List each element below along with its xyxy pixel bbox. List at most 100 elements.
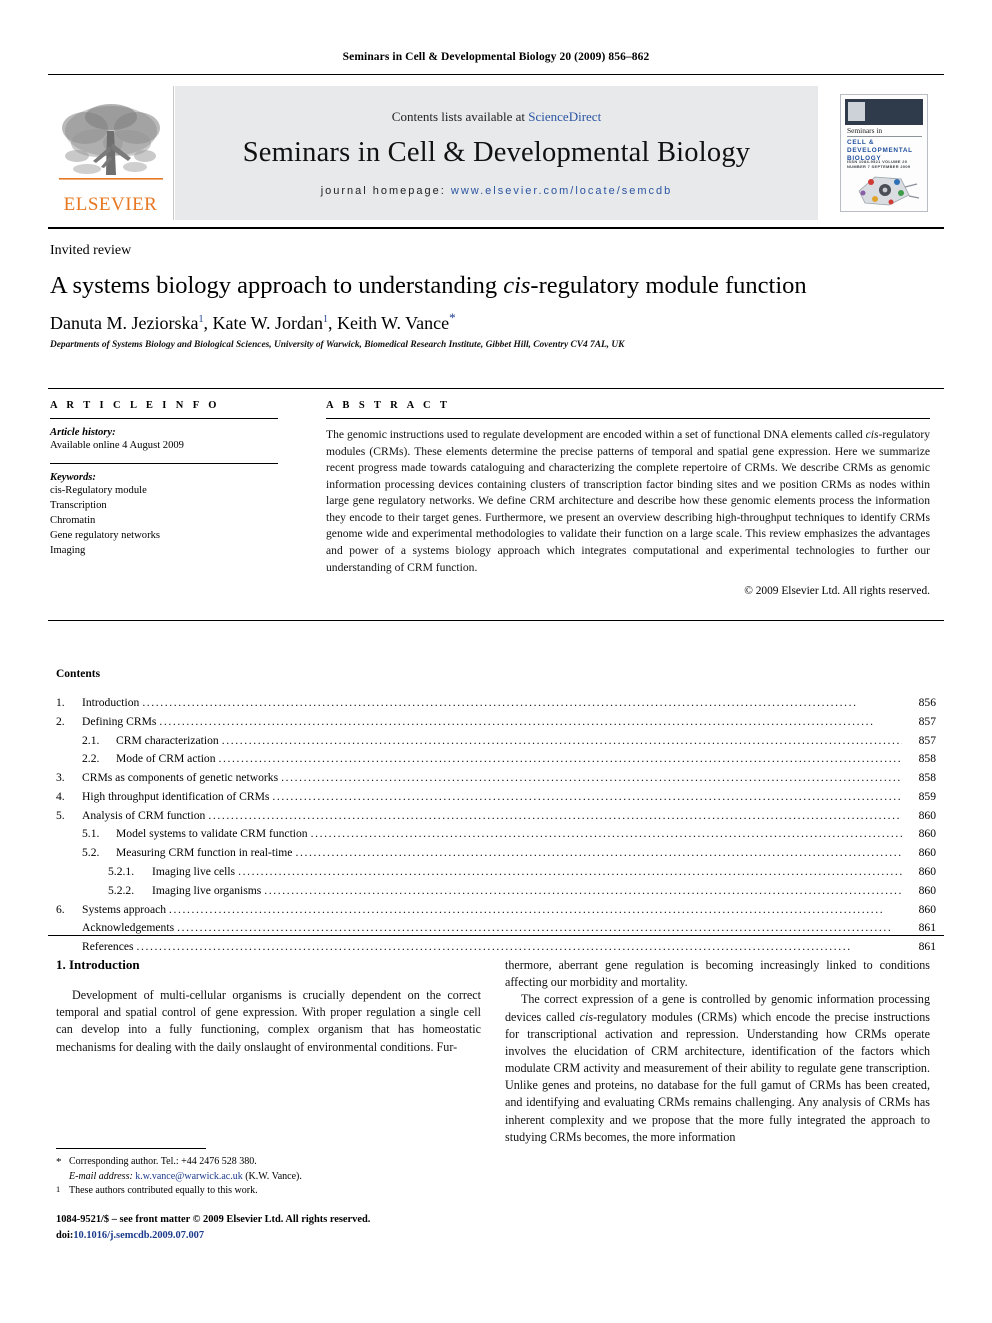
article-history-label: Article history: xyxy=(50,427,116,438)
title-italic-cis: cis xyxy=(503,272,531,299)
section-heading-introduction: 1. Introduction xyxy=(56,957,140,972)
toc-entry-label: Introduction xyxy=(82,696,140,709)
contents-available-prefix: Contents lists available at xyxy=(391,109,529,124)
title-part-2: -regulatory module function xyxy=(530,272,807,299)
toc-entry[interactable]: 3. CRMs as components of genetic networks… xyxy=(56,769,936,788)
masthead-divider xyxy=(48,227,944,229)
toc-entry-page: 858 xyxy=(918,771,936,785)
footnote-divider xyxy=(56,1148,206,1149)
header-divider xyxy=(48,74,944,75)
toc-entry-number: 1. xyxy=(56,696,65,709)
article-info-column: A R T I C L E I N F O Article history: A… xyxy=(50,400,278,558)
toc-entry-label: High throughput identification of CRMs xyxy=(82,789,270,803)
article-history-value: Available online 4 August 2009 xyxy=(50,440,184,451)
contents-heading: Contents xyxy=(56,668,101,680)
abstract-rule xyxy=(326,418,930,419)
toc-dot-leader: ........................................… xyxy=(218,752,902,766)
contents-available-line: Contents lists available at ScienceDirec… xyxy=(392,109,601,125)
toc-entry-label: Mode of CRM action xyxy=(116,752,216,766)
toc-entry-page: 860 xyxy=(918,883,936,897)
toc-entry[interactable]: 2.1. CRM characterization................… xyxy=(56,732,936,751)
toc-entry-number: 5.2. xyxy=(82,846,100,860)
toc-dot-leader: ........................................… xyxy=(264,883,902,897)
toc-entry[interactable]: 2.2. Mode of CRM action..................… xyxy=(56,750,936,769)
elsevier-wordmark: ELSEVIER xyxy=(63,194,158,215)
journal-article-page: Seminars in Cell & Developmental Biology… xyxy=(0,0,992,1323)
toc-entry-label: CRM characterization xyxy=(116,733,219,747)
toc-dot-leader: ........................................… xyxy=(310,827,902,841)
toc-entry-label: Imaging live cells xyxy=(152,865,236,879)
toc-entry-label: CRMs as components of genetic networks xyxy=(82,771,279,785)
cover-image: Seminars in CELL & DEVELOPMENTAL BIOLOGY… xyxy=(840,94,928,212)
toc-entry-page: 860 xyxy=(918,902,936,916)
paragraph: thermore, aberrant gene regulation is be… xyxy=(505,958,930,990)
toc-entry-number: 3. xyxy=(56,771,65,785)
email-suffix: (K.W. Vance). xyxy=(242,1170,302,1182)
abstract-copyright: © 2009 Elsevier Ltd. All rights reserved… xyxy=(744,585,930,598)
email-link[interactable]: k.w.vance@warwick.ac.uk xyxy=(135,1171,242,1182)
toc-entry[interactable]: 2. Defining CRMs.........................… xyxy=(56,713,936,732)
toc-entry[interactable]: 5.2.2. Imaging live organisms............… xyxy=(56,882,936,901)
toc-entry[interactable]: 6. Systems approach......................… xyxy=(56,901,936,920)
toc-entry[interactable]: 5. Analysis of CRM function..............… xyxy=(56,807,936,826)
toc-entry-page: 860 xyxy=(918,846,936,860)
author-name: Kate W. Jordan xyxy=(212,313,323,333)
elsevier-tree-icon xyxy=(57,101,165,193)
journal-homepage-line: journal homepage: www.elsevier.com/locat… xyxy=(321,185,673,197)
toc-entry[interactable]: 1. Introduction..........................… xyxy=(56,694,936,713)
article-info-rule xyxy=(50,418,278,419)
abstract-column: A B S T R A C T The genomic instructions… xyxy=(326,400,930,597)
toc-entry-label: References xyxy=(82,940,134,954)
toc-entry-number: 2. xyxy=(56,714,65,728)
paragraph: Development of multi-cellular organisms … xyxy=(56,988,481,1054)
toc-entry[interactable]: 5.2.1. Imaging live cells................… xyxy=(56,863,936,882)
toc-entry-number: 5.1. xyxy=(82,827,100,841)
toc-entry[interactable]: 5.2. Measuring CRM function in real-time.… xyxy=(56,844,936,863)
author-name: Danuta M. Jeziorska xyxy=(50,313,199,333)
toc-entry-number: 2.2. xyxy=(82,752,100,766)
keyword-item: Gene regulatory networks xyxy=(50,530,161,542)
toc-dot-leader: ........................................… xyxy=(159,714,875,728)
toc-entry[interactable]: 4. High throughput identification of CRMs… xyxy=(56,788,936,807)
footnote-text: These authors contributed equally to thi… xyxy=(69,1185,258,1196)
footnotes: * Corresponding author. Tel.: +44 2476 5… xyxy=(56,1155,481,1202)
toc-entry-page: 857 xyxy=(918,714,936,728)
imprint-block: 1084-9521/$ – see front matter © 2009 El… xyxy=(56,1212,496,1243)
cover-publisher-mark xyxy=(848,102,865,121)
sciencedirect-link[interactable]: ScienceDirect xyxy=(528,109,601,124)
issn-copyright-line: 1084-9521/$ – see front matter © 2009 El… xyxy=(56,1214,371,1225)
toc-entry[interactable]: 5.1. Model systems to validate CRM functi… xyxy=(56,825,936,844)
journal-cover-thumbnail: Seminars in CELL & DEVELOPMENTAL BIOLOGY… xyxy=(824,86,944,220)
info-section-top-divider xyxy=(48,388,944,389)
email-label: E-mail address: xyxy=(69,1170,133,1182)
doi-link[interactable]: 10.1016/j.semcdb.2009.07.007 xyxy=(73,1230,204,1241)
toc-entry-label: Analysis of CRM function xyxy=(82,808,206,822)
keyword-item: Imaging xyxy=(50,545,86,557)
toc-entry[interactable]: References..............................… xyxy=(56,938,936,957)
footnote-equal-contribution: 1 These authors contributed equally to t… xyxy=(56,1184,481,1202)
toc-entry-page: 857 xyxy=(918,733,936,747)
journal-homepage-url[interactable]: www.elsevier.com/locate/semcdb xyxy=(451,185,672,197)
footnote-mark: 1 xyxy=(56,1185,61,1194)
abstract-text: The genomic instructions used to regulat… xyxy=(326,427,930,576)
toc-entry-number: 2.1. xyxy=(82,733,100,747)
toc-entry-page: 861 xyxy=(918,940,936,954)
toc-entry-label: Model systems to validate CRM function xyxy=(116,827,308,841)
footnote-mark: * xyxy=(56,1156,62,1168)
keyword-item: cis-Regulatory module xyxy=(50,485,147,497)
paragraph: The correct expression of a gene is cont… xyxy=(505,991,930,1146)
doi-line: doi:10.1016/j.semcdb.2009.07.007 xyxy=(56,1228,496,1244)
toc-entry-page: 858 xyxy=(918,752,936,766)
cover-line3: ISSN 1084-9521 VOLUME 20 NUMBER 7 SEPTEM… xyxy=(847,159,911,169)
author-sep: , xyxy=(327,313,337,333)
toc-dot-leader: ........................................… xyxy=(272,789,902,803)
toc-dot-leader: ........................................… xyxy=(221,733,902,747)
paragraph-italic-cis: cis xyxy=(579,1009,594,1024)
footnote-corresponding-author: * Corresponding author. Tel.: +44 2476 5… xyxy=(56,1155,481,1184)
author-list: Danuta M. Jeziorska1, Kate W. Jordan1, K… xyxy=(50,310,930,335)
abstract-text-1: The genomic instructions used to regulat… xyxy=(326,428,866,441)
paragraph-part-2: -regulatory modules (CRMs) which encode … xyxy=(505,1009,930,1144)
toc-dot-leader: ........................................… xyxy=(238,865,902,879)
toc-entry-label: Systems approach xyxy=(82,902,167,916)
article-type: Invited review xyxy=(50,243,132,258)
